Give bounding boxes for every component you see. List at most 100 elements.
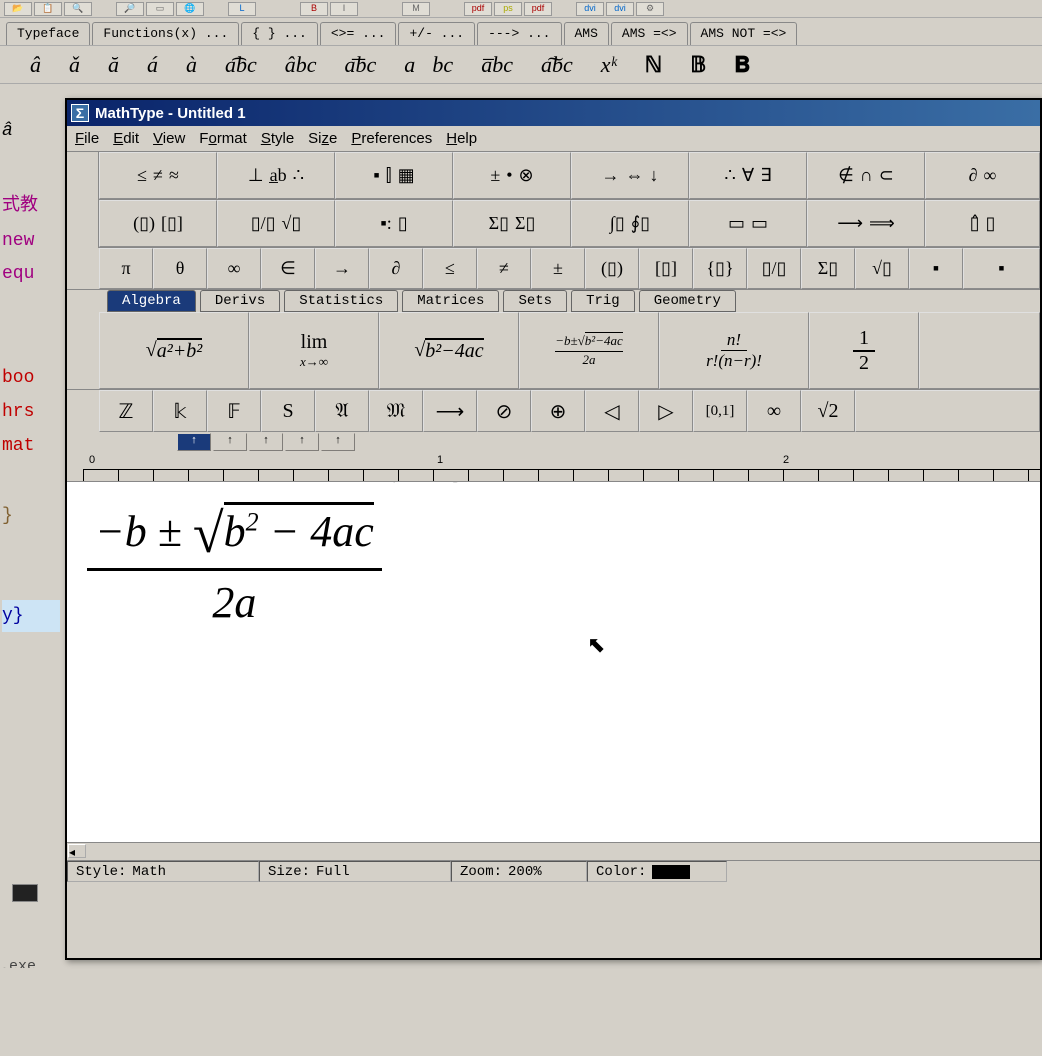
tmpl-bracket[interactable]: [▯]: [639, 248, 693, 289]
bb-S[interactable]: S: [261, 390, 315, 432]
expr-quadratic[interactable]: −b±√b²−4ac2a: [519, 312, 659, 389]
tmpl-sum[interactable]: Σ▯: [801, 248, 855, 289]
menu-style[interactable]: Style: [261, 130, 294, 147]
bb-oplus[interactable]: ⊕: [531, 390, 585, 432]
sym-pi[interactable]: π: [99, 248, 153, 289]
color-swatch[interactable]: [652, 865, 690, 879]
titlebar[interactable]: Σ MathType - Untitled 1: [67, 100, 1040, 126]
pal-logic[interactable]: ∴∀∃: [689, 152, 807, 199]
bg-tool-zoom[interactable]: 🔎: [116, 2, 144, 16]
pal-spacing[interactable]: ⊥a̲b∴: [217, 152, 335, 199]
bb-F[interactable]: 𝔽: [207, 390, 261, 432]
pal-bars[interactable]: ▭▭: [689, 200, 807, 247]
expr-half[interactable]: 12: [809, 312, 919, 389]
accent-acute[interactable]: á: [147, 52, 158, 78]
bg-tab-ams-rel[interactable]: AMS =<>: [611, 22, 688, 45]
tmpl-brace[interactable]: {▯}: [693, 248, 747, 289]
tmpl-misc1[interactable]: ▪: [909, 248, 963, 289]
tmpl-paren[interactable]: (▯): [585, 248, 639, 289]
bg-tab-plusminus[interactable]: +/- ...: [398, 22, 475, 45]
pal-labelled-arrows[interactable]: ⟶⟹: [807, 200, 925, 247]
accent-widetilde[interactable]: a͠bc: [541, 52, 573, 78]
accent-overline[interactable]: a͞bc: [345, 52, 377, 78]
bg-tool-pdf[interactable]: pdf: [464, 2, 492, 16]
bg-tool-open[interactable]: 📂: [4, 2, 32, 16]
expr-combination[interactable]: n!r!(n−r)!: [659, 312, 809, 389]
tab-sets[interactable]: Sets: [503, 290, 567, 312]
sym-infty[interactable]: ∞: [207, 248, 261, 289]
bb-frakM[interactable]: 𝔐: [369, 390, 423, 432]
zoom-btn-4[interactable]: ↑: [285, 433, 319, 451]
pal-relations[interactable]: ≤≠≈: [99, 152, 217, 199]
zoom-btn-5[interactable]: ↑: [321, 433, 355, 451]
bg-tool-dvi2[interactable]: dvi: [606, 2, 634, 16]
bg-tab-arrows[interactable]: ---> ...: [477, 22, 561, 45]
bb-frakA[interactable]: 𝔄: [315, 390, 369, 432]
bb-infty[interactable]: ∞: [747, 390, 801, 432]
sym-neq[interactable]: ≠: [477, 248, 531, 289]
accent-bar[interactable]: a̅bc: [481, 52, 513, 78]
accent-grave[interactable]: à: [186, 52, 197, 78]
bg-tool-B[interactable]: B: [300, 2, 328, 16]
bg-tab-typeface[interactable]: Typeface: [6, 22, 90, 45]
bg-tool-web[interactable]: 🌐: [176, 2, 204, 16]
tab-derivs[interactable]: Derivs: [200, 290, 280, 312]
pal-sets[interactable]: ∉∩⊂: [807, 152, 925, 199]
expr-pythag[interactable]: √a²+b²: [99, 312, 249, 389]
bb-sqrt2[interactable]: √2: [801, 390, 855, 432]
bg-tool-I[interactable]: I: [330, 2, 358, 16]
bg-tool-L[interactable]: L: [228, 2, 256, 16]
accent-tie[interactable]: a͡bc: [225, 52, 257, 78]
bg-tool-cfg[interactable]: ⚙: [636, 2, 664, 16]
pal-products[interactable]: ▯̂▯: [925, 200, 1040, 247]
pal-embellish[interactable]: ▪⫿▦: [335, 152, 453, 199]
bb-longto[interactable]: ⟶: [423, 390, 477, 432]
equation-canvas[interactable]: http://blog.csdn.net/wdkirchhoff −b ± √b…: [67, 482, 1040, 842]
menu-edit[interactable]: Edit: [113, 130, 139, 147]
bb-interval[interactable]: [0,1]: [693, 390, 747, 432]
ruler[interactable]: 0 1 2: [67, 452, 1040, 482]
sym-pm[interactable]: ±: [531, 248, 585, 289]
h-scrollbar[interactable]: ◂: [67, 842, 1040, 860]
tmpl-sqrt[interactable]: √▯: [855, 248, 909, 289]
tmpl-misc2[interactable]: ▪: [963, 248, 1040, 289]
bb-triangleleft[interactable]: ◁: [585, 390, 639, 432]
bg-tab-functions[interactable]: Functions(x) ...: [92, 22, 239, 45]
pal-fences[interactable]: (▯)[▯]: [99, 200, 217, 247]
bg-tab-braces[interactable]: { } ...: [241, 22, 318, 45]
bg-cmd-icon[interactable]: [8, 880, 42, 906]
pal-calc[interactable]: ∂∞: [925, 152, 1040, 199]
tab-algebra[interactable]: Algebra: [107, 290, 196, 312]
bg-tool-dvi[interactable]: dvi: [576, 2, 604, 16]
zoom-btn-1[interactable]: ↑: [177, 433, 211, 451]
accent-widehat[interactable]: âbc: [285, 52, 317, 78]
accent-breve[interactable]: ă: [108, 52, 119, 78]
accent-hat[interactable]: â: [30, 52, 41, 78]
expr-empty[interactable]: [919, 312, 1040, 389]
menu-file[interactable]: File: [75, 130, 99, 147]
bg-tool-pdf2[interactable]: pdf: [524, 2, 552, 16]
sym-leq[interactable]: ≤: [423, 248, 477, 289]
bg-tool-M[interactable]: M: [402, 2, 430, 16]
menu-size[interactable]: Size: [308, 130, 337, 147]
sym-to[interactable]: →: [315, 248, 369, 289]
h-scroll-left-button[interactable]: ◂: [68, 844, 86, 858]
tab-geometry[interactable]: Geometry: [639, 290, 736, 312]
bb-k[interactable]: 𝕜: [153, 390, 207, 432]
menu-view[interactable]: View: [153, 130, 185, 147]
bg-tab-relations[interactable]: <>= ...: [320, 22, 397, 45]
menu-help[interactable]: Help: [446, 130, 477, 147]
tab-matrices[interactable]: Matrices: [402, 290, 499, 312]
sym-partial[interactable]: ∂: [369, 248, 423, 289]
accent-check[interactable]: ǎ: [69, 52, 80, 78]
pal-sums[interactable]: Σ▯Σ▯: [453, 200, 571, 247]
pal-scripts[interactable]: ▪:▯: [335, 200, 453, 247]
pal-arrows[interactable]: →⇔↓: [571, 152, 689, 199]
bb-Z[interactable]: ℤ: [99, 390, 153, 432]
bg-tool-copy[interactable]: 📋: [34, 2, 62, 16]
menu-format[interactable]: Format: [199, 130, 247, 147]
menu-preferences[interactable]: Preferences: [351, 130, 432, 147]
accent-xk[interactable]: xᵏ: [601, 52, 617, 78]
tab-trig[interactable]: Trig: [571, 290, 635, 312]
bb-oslash[interactable]: ⊘: [477, 390, 531, 432]
